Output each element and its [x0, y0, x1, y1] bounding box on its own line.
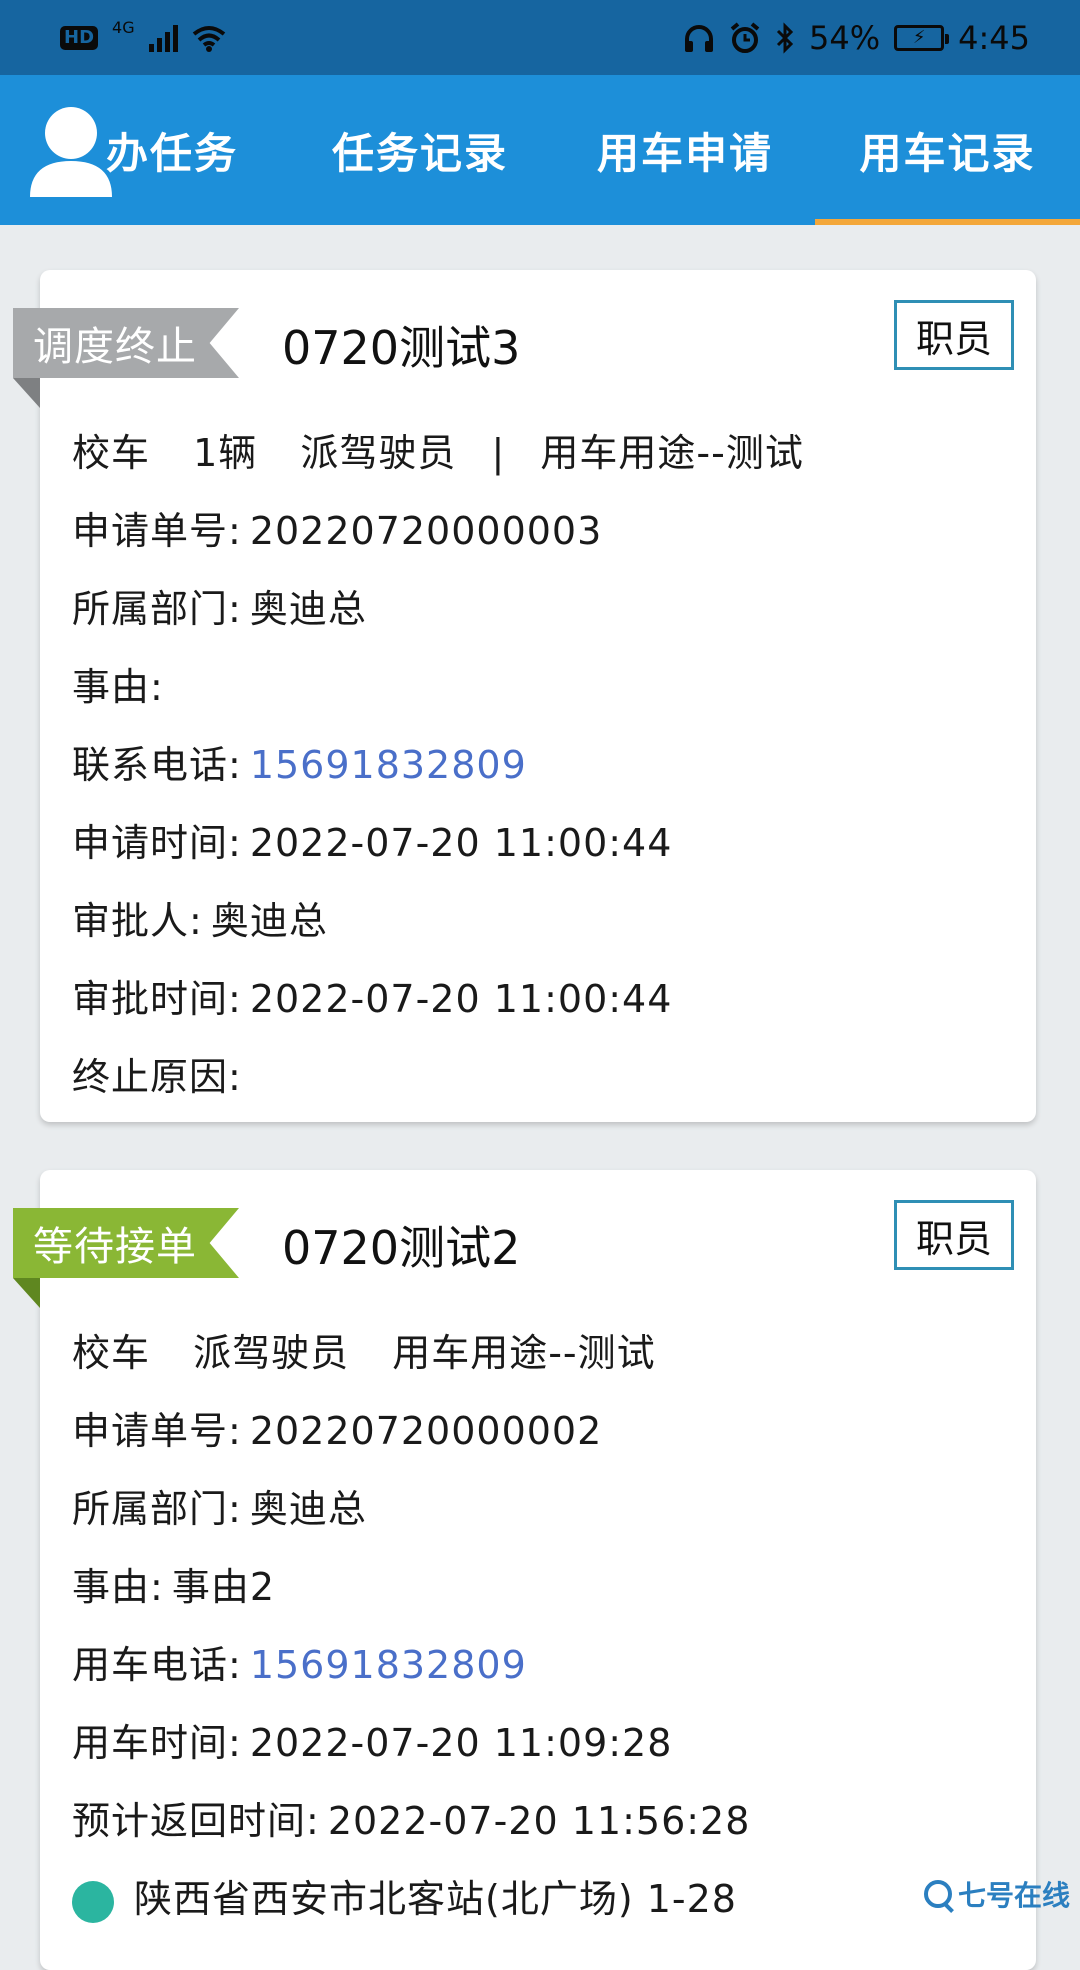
battery-charging-icon: ⚡ [894, 25, 944, 51]
ribbon-fold [13, 1278, 40, 1308]
field-row: 事由: [72, 656, 172, 711]
field-value: 奥迪总 [211, 899, 328, 943]
field-label: 联系电话: [72, 743, 242, 787]
vehicle-purpose: 用车用途--测试 [540, 431, 803, 475]
wifi-icon [192, 24, 226, 52]
status-ribbon: 等待接单 [13, 1208, 239, 1278]
vehicle-type: 校车 [72, 1331, 150, 1375]
field-value: 2022-07-20 11:56:28 [328, 1799, 751, 1843]
field-row: 所属部门:奥迪总 [72, 1478, 367, 1533]
field-row: 审批人:奥迪总 [72, 890, 328, 945]
vehicle-purpose: 用车用途--测试 [392, 1331, 655, 1375]
field-value: 事由2 [172, 1565, 275, 1609]
field-label: 所属部门: [72, 587, 242, 631]
status-bar: HD 4G 54% ⚡ 4:45 [0, 0, 1080, 75]
driver-option: 派驾驶员 [193, 1331, 349, 1375]
tab-task-records[interactable]: 任务记录 [320, 75, 520, 225]
location-dot-icon [72, 1881, 114, 1923]
battery-percent: 54% [809, 19, 880, 57]
status-label: 调度终止 [33, 314, 197, 372]
summary-separator: | [492, 431, 506, 475]
field-label: 申请单号: [72, 1409, 242, 1453]
watermark: 七号在线 [924, 1874, 1070, 1914]
status-left: HD 4G [60, 24, 226, 52]
location-row: 陕西省西安市北客站(北广场) 1-28 [72, 1868, 737, 1923]
field-value: 奥迪总 [250, 1487, 367, 1531]
tab-bar: 办任务 任务记录 用车申请 用车记录 [0, 75, 1080, 225]
field-row: 申请单号:20220720000003 [72, 500, 602, 555]
field-value: 20220720000002 [250, 1409, 602, 1453]
field-row: 用车电话:15691832809 [72, 1634, 527, 1689]
field-label: 申请时间: [72, 821, 242, 865]
record-summary: 校车 派驾驶员 用车用途--测试 [72, 1322, 656, 1377]
record-title: 0720测试2 [282, 1212, 520, 1278]
field-label: 事由: [72, 665, 164, 709]
field-label: 审批人: [72, 899, 203, 943]
field-row: 用车时间:2022-07-20 11:09:28 [72, 1712, 672, 1767]
field-row: 终止原因: [72, 1046, 250, 1101]
phone-link[interactable]: 15691832809 [250, 743, 527, 787]
watermark-text: 七号在线 [958, 1874, 1070, 1914]
tab-label: 任务记录 [332, 120, 508, 181]
tab-label: 办任务 [106, 120, 238, 181]
field-label: 审批时间: [72, 977, 242, 1021]
field-label: 用车电话: [72, 1643, 242, 1687]
record-card[interactable]: 调度终止 0720测试3 职员 校车 1辆 派驾驶员 | 用车用途--测试 申请… [40, 270, 1036, 1122]
status-right: 54% ⚡ 4:45 [683, 19, 1030, 57]
field-value: 奥迪总 [250, 587, 367, 631]
field-label: 所属部门: [72, 1487, 242, 1531]
role-badge: 职员 [894, 1200, 1014, 1270]
bluetooth-icon [775, 22, 795, 54]
tab-label: 用车记录 [859, 120, 1035, 181]
record-summary: 校车 1辆 派驾驶员 | 用车用途--测试 [72, 422, 804, 477]
field-label: 终止原因: [72, 1055, 242, 1099]
field-label: 预计返回时间: [72, 1799, 320, 1843]
field-value: 2022-07-20 11:00:44 [250, 821, 673, 865]
tab-pending-tasks[interactable]: 办任务 [120, 75, 270, 225]
field-value: 2022-07-20 11:09:28 [250, 1721, 673, 1765]
field-row: 预计返回时间:2022-07-20 11:56:28 [72, 1790, 750, 1845]
hd-badge: HD [60, 26, 98, 50]
field-label: 申请单号: [72, 509, 242, 553]
watermark-logo-icon [924, 1880, 952, 1908]
location-text: 陕西省西安市北客站(北广场) 1-28 [134, 1877, 737, 1921]
network-type: 4G [112, 18, 135, 37]
field-row: 事由:事由2 [72, 1556, 275, 1611]
user-avatar-icon[interactable] [28, 105, 114, 197]
phone-link[interactable]: 15691832809 [250, 1643, 527, 1687]
field-value: 20220720000003 [250, 509, 602, 553]
field-row: 申请单号:20220720000002 [72, 1400, 602, 1455]
record-title: 0720测试3 [282, 312, 520, 378]
vehicle-type: 校车 [72, 431, 150, 475]
driver-option: 派驾驶员 [300, 431, 456, 475]
headphones-icon [683, 23, 715, 53]
alarm-icon [729, 22, 761, 54]
record-card[interactable]: 等待接单 0720测试2 职员 校车 派驾驶员 用车用途--测试 申请单号:20… [40, 1170, 1036, 1970]
ribbon-fold [13, 378, 40, 408]
status-label: 等待接单 [33, 1214, 197, 1272]
field-value: 2022-07-20 11:00:44 [250, 977, 673, 1021]
signal-icon [149, 24, 178, 52]
status-ribbon: 调度终止 [13, 308, 239, 378]
tab-label: 用车申请 [597, 120, 773, 181]
field-label: 事由: [72, 1565, 164, 1609]
tab-vehicle-application[interactable]: 用车申请 [585, 75, 785, 225]
clock: 4:45 [958, 19, 1030, 57]
field-row: 所属部门:奥迪总 [72, 578, 367, 633]
field-label: 用车时间: [72, 1721, 242, 1765]
vehicle-count: 1辆 [193, 431, 257, 475]
field-row: 申请时间:2022-07-20 11:00:44 [72, 812, 672, 867]
field-row: 审批时间:2022-07-20 11:00:44 [72, 968, 672, 1023]
role-badge: 职员 [894, 300, 1014, 370]
tab-vehicle-records[interactable]: 用车记录 [815, 75, 1080, 225]
field-row: 联系电话:15691832809 [72, 734, 527, 789]
